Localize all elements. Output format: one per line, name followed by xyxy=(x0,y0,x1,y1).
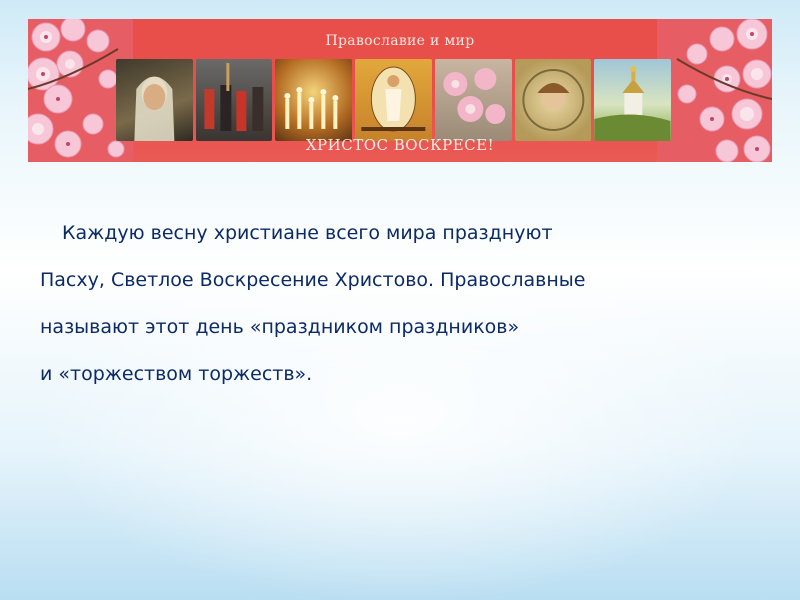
photo-flowers xyxy=(434,59,512,141)
paragraph-line: Каждую весну христиане всего мира праздн… xyxy=(62,222,553,244)
photo-child-portrait xyxy=(514,59,592,141)
resurrection-icon-image xyxy=(355,59,432,141)
photo-portrait xyxy=(116,59,193,141)
paragraph-line: называют этот день «праздником празднико… xyxy=(40,316,520,338)
paragraph-line: Пасху, Светлое Воскресение Христово. Пра… xyxy=(40,269,586,291)
banner-caption: ХРИСТОС ВОСКРЕСЕ! xyxy=(305,136,495,154)
photo-church-landscape xyxy=(594,59,672,141)
photo-procession xyxy=(195,59,273,141)
banner-title: Православие и мир xyxy=(325,33,475,49)
easter-banner: Православие и мир ХРИСТОС ВОСКРЕСЕ! xyxy=(28,19,772,162)
easter-description: Каждую весну христиане всего мира праздн… xyxy=(40,210,760,398)
photo-strip xyxy=(116,59,672,141)
photo-candles xyxy=(275,59,353,141)
paragraph-line: и «торжеством торжеств». xyxy=(40,363,313,385)
